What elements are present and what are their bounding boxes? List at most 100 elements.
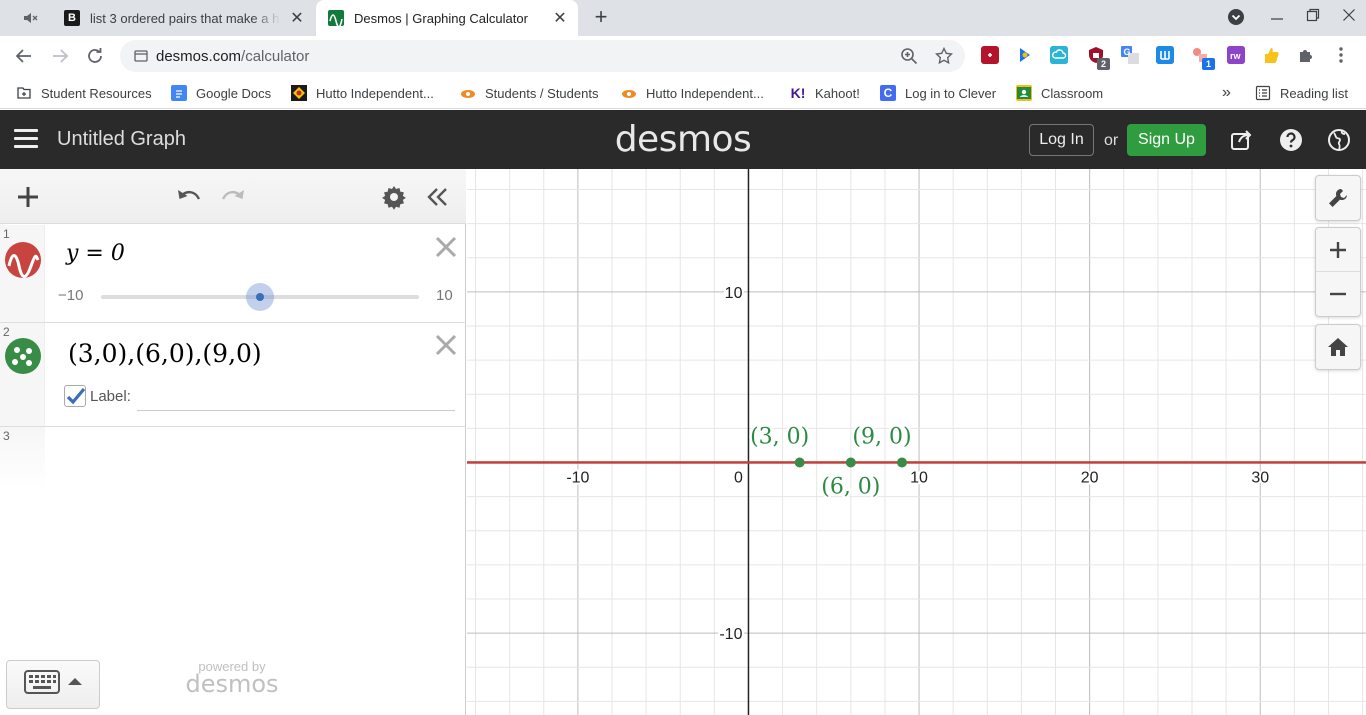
tab-homework[interactable]: B list 3 ordered pairs that make a h ✕ bbox=[48, 0, 315, 36]
bookmark-label: Hutto Independent... bbox=[646, 85, 764, 101]
bookmark-kahoot[interactable]: K! Kahoot! bbox=[790, 83, 860, 103]
bookmark-classroom[interactable]: Classroom bbox=[1016, 83, 1103, 103]
cloud-extension-icon[interactable] bbox=[1050, 46, 1068, 64]
y-tick-label: 10 bbox=[725, 285, 743, 302]
plot-point bbox=[845, 457, 856, 468]
graph-settings-control bbox=[1315, 175, 1361, 221]
puzzle-rw-extension-icon[interactable]: rw bbox=[1227, 46, 1245, 64]
expression-math[interactable]: y = 0 bbox=[66, 241, 125, 266]
menu-hamburger-icon[interactable] bbox=[14, 129, 38, 151]
add-item-icon[interactable] bbox=[14, 183, 42, 211]
settings-gear-icon[interactable] bbox=[380, 183, 408, 211]
hutto-icon bbox=[291, 85, 307, 101]
collapse-panel-icon[interactable] bbox=[424, 183, 452, 211]
signup-button[interactable]: Sign Up bbox=[1127, 124, 1206, 156]
graph-canvas[interactable]: -10 0 10 20 30 10 -10 (3, 0) (6, 0) (9, 0) bbox=[467, 169, 1366, 715]
back-icon[interactable] bbox=[12, 44, 36, 68]
label-input[interactable] bbox=[137, 410, 455, 411]
expression-math[interactable]: (3,0),(6,0),(9,0) bbox=[68, 339, 262, 368]
slider-min[interactable]: −10 bbox=[58, 287, 83, 304]
url-path: /calculator bbox=[241, 48, 310, 65]
keypad-toggle-button[interactable] bbox=[6, 660, 100, 709]
reader-extension-icon[interactable] bbox=[1156, 46, 1174, 64]
wrench-icon[interactable] bbox=[1316, 176, 1360, 220]
classroom-icon bbox=[1016, 85, 1032, 101]
bookmark-label: Google Docs bbox=[196, 85, 272, 101]
address-bar[interactable]: desmos.com/calculator bbox=[120, 40, 965, 72]
line-style-icon[interactable] bbox=[4, 241, 42, 279]
close-tab-icon[interactable]: ✕ bbox=[552, 10, 568, 27]
reading-list-button[interactable]: Reading list bbox=[1255, 83, 1348, 103]
x-tick-label: 0 bbox=[734, 469, 743, 486]
delete-expression-icon[interactable] bbox=[434, 333, 458, 357]
expression-row-empty[interactable]: 3 bbox=[0, 427, 466, 489]
powered-by-desmos[interactable]: powered by desmos bbox=[184, 659, 280, 698]
bookmark-students[interactable]: Students / Students bbox=[460, 83, 598, 103]
svg-text:rw: rw bbox=[1230, 51, 1242, 61]
bookmark-label: Kahoot! bbox=[815, 85, 860, 101]
docs-icon bbox=[171, 85, 187, 101]
home-icon[interactable] bbox=[1316, 325, 1360, 369]
graph-paper[interactable]: -10 0 10 20 30 10 -10 (3, 0) (6, 0) (9, 0) bbox=[467, 169, 1366, 715]
delete-expression-icon[interactable] bbox=[434, 235, 458, 259]
new-tab-button[interactable]: + bbox=[590, 6, 612, 30]
expression-row[interactable]: 2 (3,0),(6,0),(9,0) Label: bbox=[0, 323, 466, 427]
shield-extension-icon[interactable] bbox=[981, 46, 999, 64]
translate-extension-icon[interactable]: G bbox=[1121, 46, 1139, 64]
x-tick-label: 20 bbox=[1081, 469, 1099, 486]
bookmark-hutto-2[interactable]: Hutto Independent... bbox=[621, 83, 764, 103]
redo-icon[interactable] bbox=[219, 183, 247, 211]
screencast-extension-icon[interactable] bbox=[1016, 46, 1034, 64]
bookmark-clever[interactable]: C Log in to Clever bbox=[880, 83, 996, 103]
x-tick-label: -10 bbox=[566, 469, 589, 486]
zoom-controls bbox=[1315, 227, 1361, 317]
zoom-in-icon[interactable] bbox=[1316, 228, 1360, 272]
classlink-icon bbox=[621, 85, 637, 101]
close-window-icon[interactable] bbox=[1339, 8, 1359, 26]
tab-muted-icon[interactable] bbox=[22, 10, 38, 26]
thumbs-up-extension-icon[interactable] bbox=[1262, 46, 1280, 64]
globe-language-icon[interactable] bbox=[1327, 128, 1351, 152]
bookmark-student-resources[interactable]: Student Resources bbox=[16, 83, 152, 103]
zoom-out-icon[interactable] bbox=[1316, 272, 1360, 316]
share-icon[interactable] bbox=[1230, 128, 1254, 152]
expression-panel: 1 y = 0 −10 10 2 (3,0),(6,0),(9,0) Label… bbox=[0, 169, 466, 715]
bookmark-label: Log in to Clever bbox=[905, 85, 997, 101]
tab-title: Desmos | Graphing Calculator bbox=[354, 10, 528, 26]
or-text: or bbox=[1104, 132, 1119, 149]
login-button[interactable]: Log In bbox=[1029, 124, 1094, 156]
classlink-icon bbox=[460, 85, 476, 101]
restore-icon[interactable] bbox=[1303, 8, 1323, 26]
bookmark-star-icon[interactable] bbox=[934, 46, 954, 65]
bookmark-google-docs[interactable]: Google Docs bbox=[171, 83, 271, 103]
expression-toolbar bbox=[0, 169, 466, 224]
browser-toolbar: desmos.com/calculator 2 G 1 rw bbox=[0, 36, 1366, 76]
reading-list-label: Reading list bbox=[1280, 85, 1348, 101]
minimize-icon[interactable] bbox=[1267, 8, 1287, 26]
brainly-favicon-icon: B bbox=[64, 10, 80, 26]
point-style-icon[interactable] bbox=[4, 337, 42, 375]
graph-title[interactable]: Untitled Graph bbox=[57, 128, 186, 151]
bookmark-label: Student Resources bbox=[41, 85, 152, 101]
reload-icon[interactable] bbox=[83, 44, 107, 68]
bookmark-label: Classroom bbox=[1041, 85, 1104, 101]
expression-row[interactable]: 1 y = 0 −10 10 bbox=[0, 225, 466, 323]
undo-icon[interactable] bbox=[175, 183, 203, 211]
tab-title: list 3 ordered pairs that make a h bbox=[90, 10, 280, 26]
slider-max[interactable]: 10 bbox=[436, 287, 453, 304]
bookmark-page-icon bbox=[16, 85, 32, 101]
tab-search-icon[interactable] bbox=[1226, 8, 1246, 30]
label-checkbox[interactable] bbox=[64, 385, 86, 407]
zoom-icon[interactable] bbox=[900, 47, 918, 65]
site-info-icon[interactable] bbox=[134, 49, 148, 63]
extensions-puzzle-icon[interactable] bbox=[1297, 46, 1315, 64]
desmos-header: Untitled Graph desmos Log In or Sign Up bbox=[0, 110, 1366, 169]
bookmark-hutto-1[interactable]: Hutto Independent... bbox=[291, 83, 434, 103]
slider-thumb[interactable] bbox=[246, 283, 274, 311]
help-icon[interactable] bbox=[1279, 128, 1303, 152]
bookmarks-overflow-button[interactable]: » bbox=[1222, 83, 1231, 103]
close-tab-icon[interactable]: ✕ bbox=[289, 10, 305, 27]
forward-icon[interactable] bbox=[48, 44, 72, 68]
tab-desmos[interactable]: Desmos | Graphing Calculator ✕ bbox=[316, 0, 578, 36]
menu-kebab-icon[interactable] bbox=[1332, 46, 1350, 64]
